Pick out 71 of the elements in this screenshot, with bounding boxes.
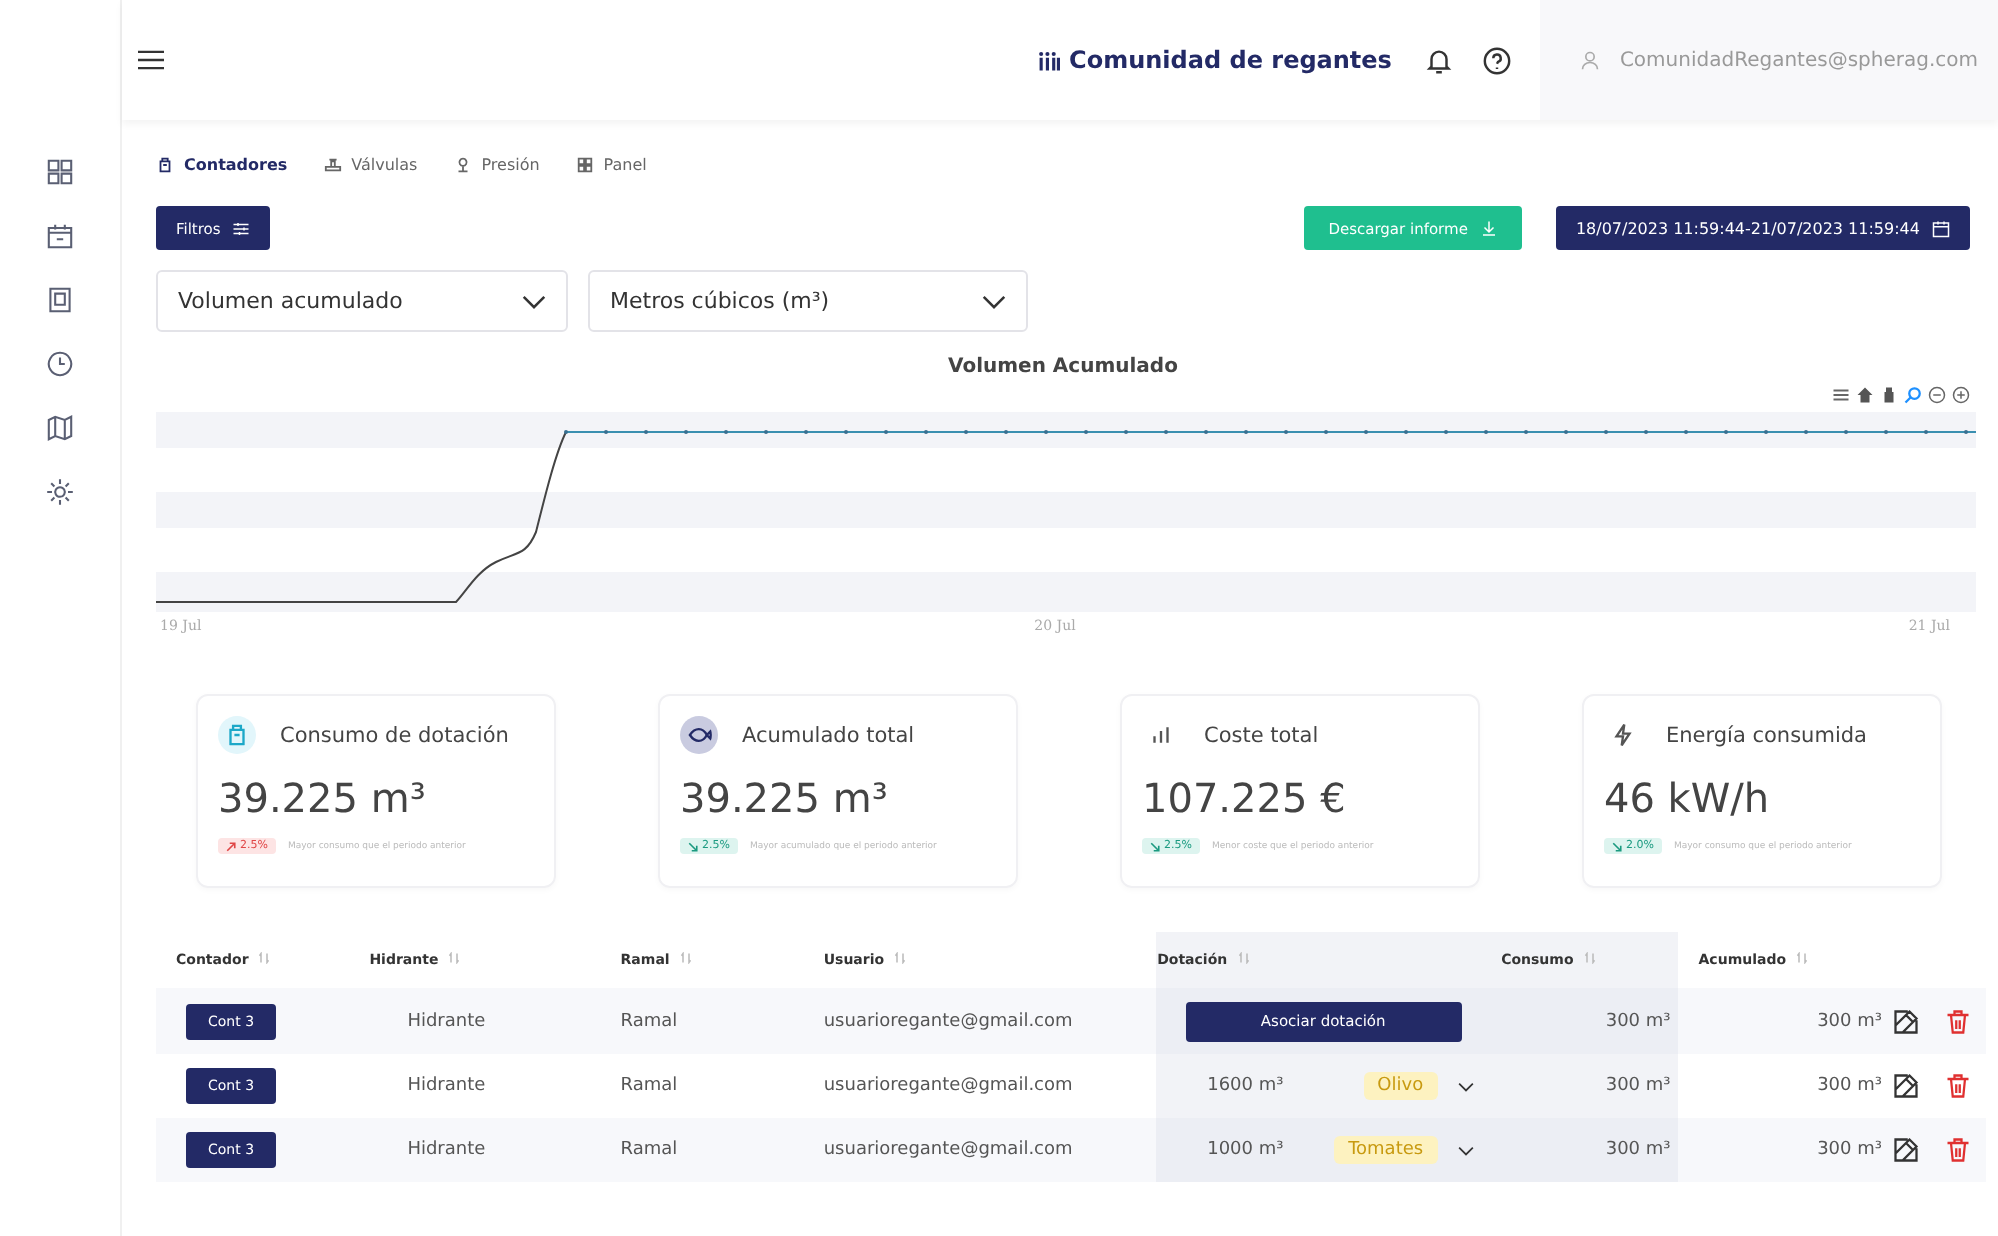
table-cell: Hidrante <box>367 1118 619 1182</box>
dropdown[interactable]: Metros cúbicos (m³) <box>588 270 1028 332</box>
tab[interactable]: Válvulas <box>323 148 418 182</box>
delete-icon[interactable] <box>1944 1136 1972 1164</box>
card-value: 39.225 m³ <box>680 774 890 822</box>
table-cell: 300 m³ <box>1499 1118 1679 1182</box>
chevron-icon[interactable] <box>1457 1081 1474 1091</box>
crop-tag: Olivo <box>1363 1072 1438 1100</box>
date-range-button[interactable]: 18/07/2023 11:59:44-21/07/2023 11:59:44 <box>1555 206 1970 250</box>
table-cell: usuarioregante@gmail.com <box>821 1054 1156 1118</box>
help-icon[interactable] <box>1481 45 1512 75</box>
table-cell: 300 m³ <box>1499 988 1679 1054</box>
user-icon <box>1579 50 1600 70</box>
download-icon <box>1479 219 1498 237</box>
table-cell: 300 m³ <box>1678 1118 1890 1182</box>
card-value: 46 kW/h <box>1604 774 1772 822</box>
calendar-icon <box>1932 219 1950 237</box>
crop-tag: Tomates <box>1334 1136 1438 1164</box>
card-title: Energía consumida <box>1666 723 1867 747</box>
card-title: Coste total <box>1204 723 1319 747</box>
organization-name: Comunidad de regantes <box>1069 46 1392 74</box>
calendar-icon[interactable] <box>44 220 76 252</box>
tab[interactable]: Panel <box>575 148 647 182</box>
table-cell: usuarioregante@gmail.com <box>821 1118 1156 1182</box>
meter-icon <box>156 156 174 174</box>
table-cell: 300 m³ <box>1499 1054 1679 1118</box>
device-icon[interactable] <box>44 284 76 316</box>
dropdown[interactable]: Volumen acumulado <box>156 270 568 332</box>
home-icon[interactable] <box>1856 386 1874 404</box>
card-title: Consumo de dotación <box>280 723 509 747</box>
zoom-icon[interactable] <box>1904 386 1922 404</box>
grid-icon[interactable] <box>44 156 76 188</box>
table-cell: Hidrante <box>367 988 619 1054</box>
table-cell: Ramal <box>618 1118 822 1182</box>
table-cell: Ramal <box>618 988 822 1054</box>
clock-icon[interactable] <box>44 348 76 380</box>
zoom-out-icon[interactable] <box>1928 386 1946 404</box>
chevron-icon <box>522 293 546 309</box>
allocation-amount: 1600 m³ <box>1207 1076 1286 1096</box>
edit-icon[interactable] <box>1892 1072 1920 1100</box>
chart-title: Volumen Acumulado <box>948 356 1178 378</box>
valve-icon <box>323 156 342 174</box>
user-email: ComunidadRegantes@spherag.com <box>1619 49 1978 71</box>
chevron-icon[interactable] <box>1457 1145 1474 1155</box>
menu-icon[interactable] <box>138 50 164 70</box>
chevron-icon <box>982 293 1006 309</box>
table-cell: Ramal <box>618 1054 822 1118</box>
meter-icon <box>218 716 256 754</box>
bell-icon[interactable] <box>1423 45 1454 75</box>
tab[interactable]: Contadores <box>156 148 288 182</box>
fish-icon <box>680 716 718 754</box>
zoom-in-icon[interactable] <box>1952 386 1970 404</box>
sliders-icon <box>232 219 251 237</box>
table-cell: 300 m³ <box>1678 988 1890 1054</box>
table-cell: 300 m³ <box>1678 1054 1890 1118</box>
map-icon[interactable] <box>44 412 76 444</box>
people-icon <box>1037 49 1060 71</box>
menu-icon[interactable] <box>1832 386 1850 404</box>
card-value: 107.225 € <box>1142 774 1348 822</box>
grid-icon <box>575 156 594 174</box>
allocation-amount: 1000 m³ <box>1207 1140 1286 1160</box>
delete-icon[interactable] <box>1944 1072 1972 1100</box>
tab[interactable]: Presión <box>453 148 540 182</box>
delete-icon[interactable] <box>1944 1007 1972 1035</box>
pin-icon <box>453 156 472 174</box>
edit-icon[interactable] <box>1892 1136 1920 1164</box>
card-value: 39.225 m³ <box>218 774 428 822</box>
table-cell: Hidrante <box>367 1054 619 1118</box>
card-title: Acumulado total <box>742 723 915 747</box>
edit-icon[interactable] <box>1892 1007 1920 1035</box>
table-cell: usuarioregante@gmail.com <box>821 988 1156 1054</box>
